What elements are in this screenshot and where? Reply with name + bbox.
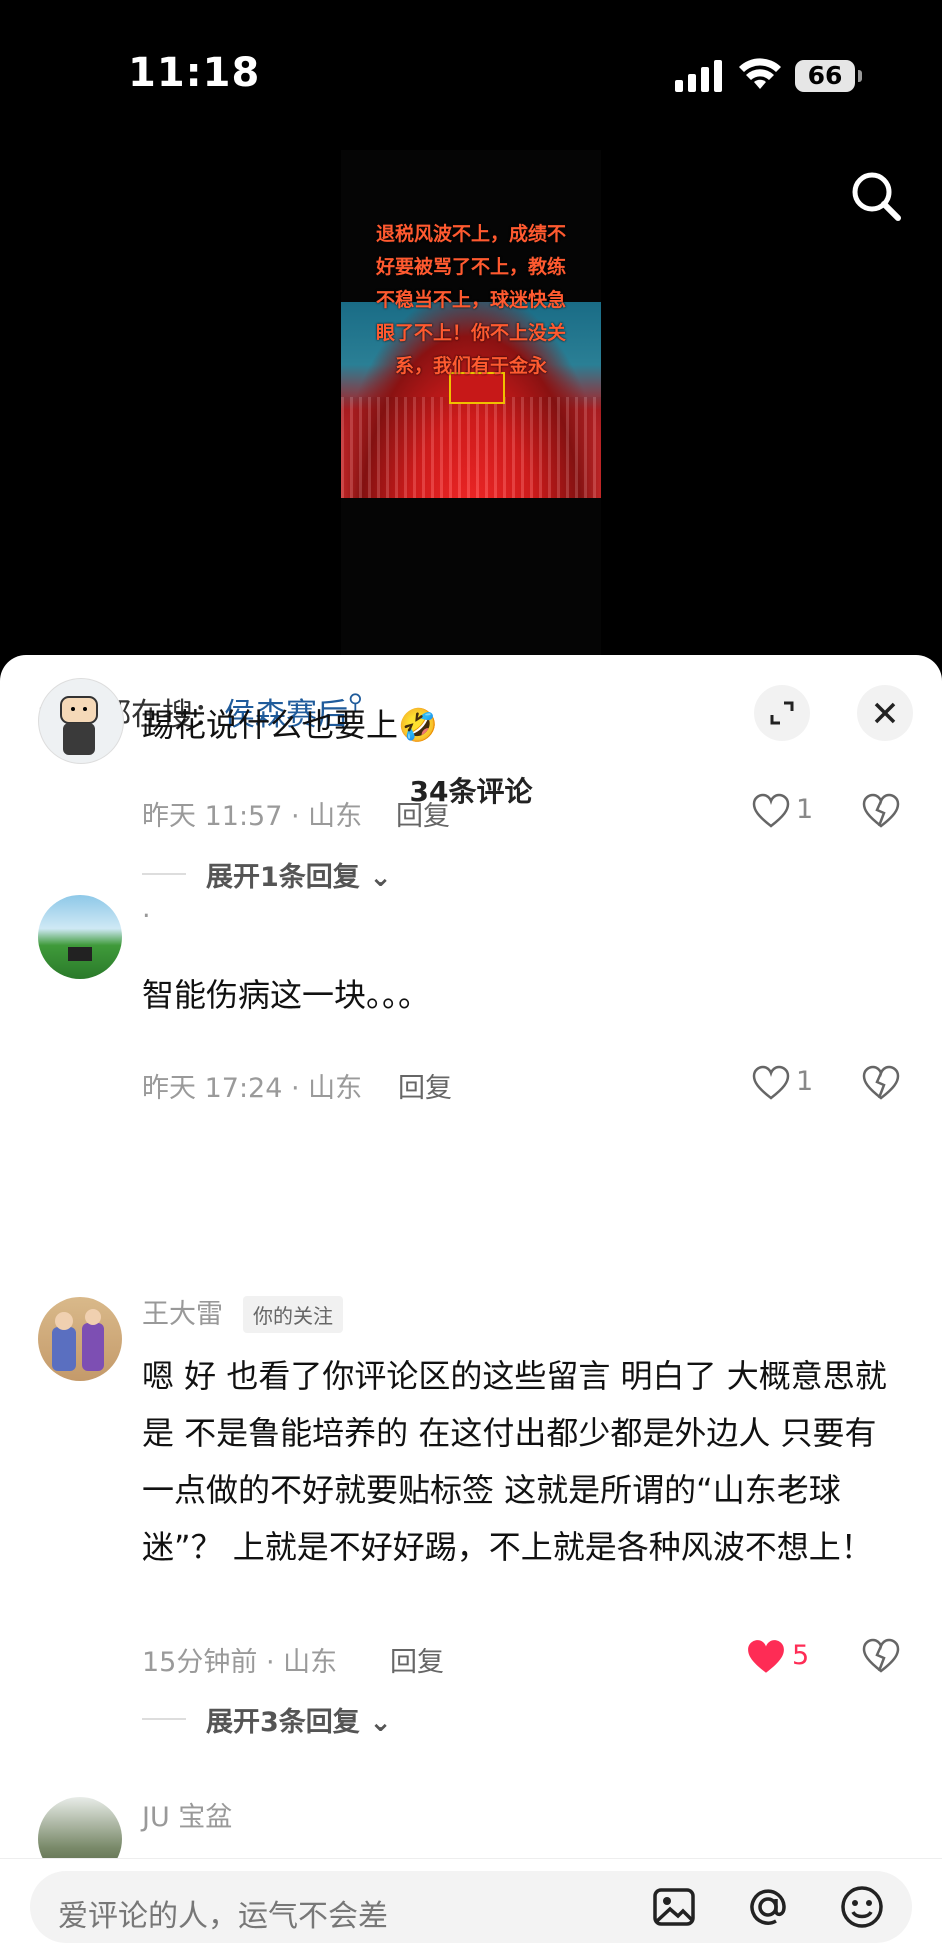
- avatar[interactable]: [38, 1297, 122, 1381]
- comment-username[interactable]: JU 宝盆: [142, 1795, 232, 1834]
- comment-username[interactable]: .: [142, 893, 151, 924]
- caption-line: 好要被骂了不上，教练: [375, 256, 566, 278]
- comment-input[interactable]: 爱评论的人，运气不会差: [30, 1871, 912, 1943]
- mention-icon[interactable]: [742, 1881, 794, 1933]
- comment-meta: 15分钟前 · 山东: [142, 1647, 338, 1678]
- search-icon[interactable]: [848, 168, 904, 224]
- like-count: 1: [796, 794, 814, 825]
- divider: [142, 873, 186, 875]
- dislike-icon[interactable]: [862, 1065, 900, 1101]
- like-heart-icon[interactable]: [752, 793, 790, 829]
- caption-line: 退税风波不上，成绩不: [375, 223, 566, 245]
- expand-replies-label: 展开3条回复: [206, 1707, 360, 1738]
- caption-line: 不稳当不上，球迷快急: [375, 289, 566, 311]
- comment-sheet: 大家都在搜：侯森赛后⚲ 34条评论 踢花说什么也要上🤣 昨天 11:57 · 山…: [0, 655, 942, 1948]
- reply-button[interactable]: 回复: [390, 1640, 444, 1679]
- comment-meta: 昨天 17:24 · 山东: [142, 1073, 363, 1104]
- following-tag: 你的关注: [243, 1296, 343, 1333]
- video-caption: 退税风波不上，成绩不 好要被骂了不上，教练 不稳当不上，球迷快急 眼了不上！你不…: [341, 218, 601, 383]
- comment-input-bar: 爱评论的人，运气不会差: [0, 1858, 942, 1949]
- battery-indicator: 66: [795, 60, 862, 92]
- status-bar: 11:18 66: [0, 0, 942, 150]
- dislike-icon[interactable]: [862, 1638, 900, 1674]
- reply-button[interactable]: 回复: [398, 1066, 452, 1105]
- like-count: 1: [796, 1066, 814, 1097]
- expand-replies-button[interactable]: 展开3条回复 ⌄: [206, 1700, 392, 1739]
- chevron-down-icon: ⌄: [369, 1707, 392, 1738]
- reply-button[interactable]: 回复: [396, 794, 450, 833]
- comment-meta: 昨天 11:57 · 山东: [142, 801, 363, 832]
- comment-text: 智能伤病这一块。。。: [142, 976, 431, 1014]
- liked-heart-icon[interactable]: [746, 1638, 786, 1676]
- comment-input-placeholder: 爱评论的人，运气不会差: [58, 1899, 388, 1934]
- cellular-signal-icon: [675, 60, 722, 92]
- avatar[interactable]: [38, 678, 124, 764]
- like-heart-icon[interactable]: [752, 1065, 790, 1101]
- caption-line: 系，我们有于金永: [394, 355, 547, 377]
- expand-replies-button[interactable]: 展开1条回复 ⌄: [206, 855, 392, 894]
- divider: [142, 1718, 186, 1720]
- emoji-icon[interactable]: [836, 1881, 888, 1933]
- caption-line: 眼了不上！你不上没关: [375, 322, 566, 344]
- image-icon[interactable]: [648, 1881, 700, 1933]
- expand-replies-label: 展开1条回复: [206, 862, 360, 893]
- chevron-down-icon: ⌄: [369, 862, 392, 893]
- comment-text: 嗯 好 也看了你评论区的这些留言 明白了 大概意思就是 不是鲁能培养的 在这付出…: [142, 1357, 887, 1566]
- dislike-icon[interactable]: [862, 793, 900, 829]
- status-time: 11:18: [128, 50, 261, 96]
- wifi-icon: [739, 58, 781, 89]
- comment-text: 踢花说什么也要上🤣: [142, 706, 438, 744]
- avatar[interactable]: [38, 895, 122, 979]
- like-count: 5: [792, 1640, 810, 1671]
- comment-username[interactable]: 王大雷: [142, 1292, 223, 1331]
